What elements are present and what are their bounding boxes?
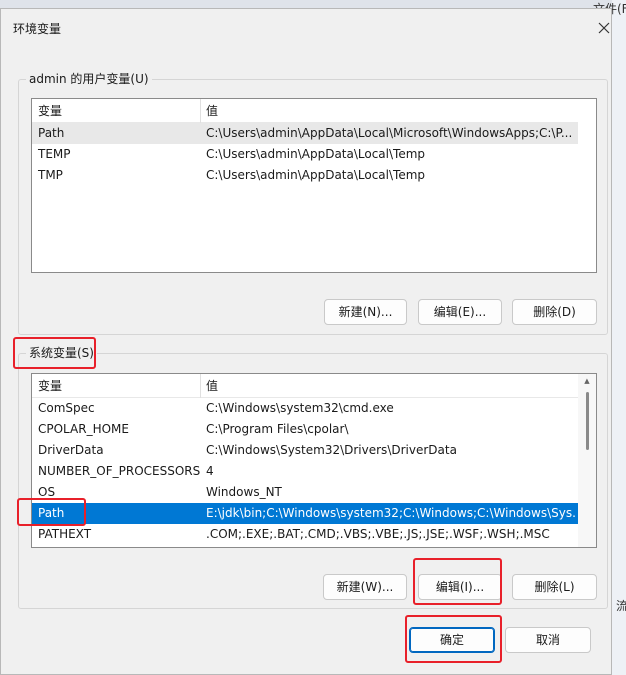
variable-value: 4	[206, 464, 214, 478]
system-edit-button[interactable]: 编辑(I)...	[418, 574, 502, 600]
variable-value: .COM;.EXE;.BAT;.CMD;.VBS;.VBE;.JS;.JSE;.…	[206, 527, 550, 541]
column-header-value[interactable]: 值	[200, 99, 578, 123]
system-var-row-driverdata[interactable]: DriverData C:\Windows\System32\Drivers\D…	[32, 440, 578, 461]
system-new-button[interactable]: 新建(W)...	[323, 574, 407, 600]
system-var-row-comspec[interactable]: ComSpec C:\Windows\system32\cmd.exe	[32, 398, 578, 419]
user-var-row-tmp[interactable]: TMP C:\Users\admin\AppData\Local\Temp	[32, 165, 578, 186]
variable-value: E:\jdk\bin;C:\Windows\system32;C:\Window…	[206, 506, 576, 520]
variable-name: NUMBER_OF_PROCESSORS	[38, 464, 201, 478]
column-header-variable[interactable]: 变量	[32, 99, 200, 123]
variable-value: C:\Users\admin\AppData\Local\Temp	[206, 147, 426, 161]
cancel-button[interactable]: 取消	[505, 627, 591, 653]
list-header: 变量 值	[32, 374, 578, 398]
variable-name: CPOLAR_HOME	[38, 422, 129, 436]
variable-value: C:\Users\admin\AppData\Local\Temp	[206, 168, 426, 182]
system-var-row-number-of-processors[interactable]: NUMBER_OF_PROCESSORS 4	[32, 461, 578, 482]
user-var-row-path[interactable]: Path C:\Users\admin\AppData\Local\Micros…	[32, 123, 578, 144]
user-delete-button[interactable]: 删除(D)	[512, 299, 597, 325]
column-header-value[interactable]: 值	[200, 374, 578, 398]
dialog-title: 环境变量	[13, 22, 62, 36]
user-variables-list[interactable]: 变量 值 Path C:\Users\admin\AppData\Local\M…	[31, 98, 597, 273]
system-var-row-pathext[interactable]: PATHEXT .COM;.EXE;.BAT;.CMD;.VBS;.VBE;.J…	[32, 524, 578, 545]
system-list-scrollbar[interactable]: ▲	[578, 374, 596, 547]
variable-name: PATHEXT	[38, 527, 92, 541]
variable-name: Path	[38, 126, 65, 140]
list-header: 变量 值	[32, 99, 578, 123]
variable-name: ComSpec	[38, 401, 95, 415]
close-icon[interactable]	[597, 21, 611, 35]
scrollbar-thumb[interactable]	[586, 392, 589, 450]
system-var-row-path-selected[interactable]: Path E:\jdk\bin;C:\Windows\system32;C:\W…	[32, 503, 578, 524]
variable-name: TEMP	[38, 147, 71, 161]
user-variables-group: admin 的用户变量(U) 变量 值 Path C:\Users\admin\…	[18, 71, 608, 335]
variable-name: OS	[38, 485, 56, 499]
variable-name: Path	[38, 506, 65, 520]
user-variables-label: admin 的用户变量(U)	[26, 71, 152, 87]
column-header-variable[interactable]: 变量	[32, 374, 200, 398]
system-delete-button[interactable]: 删除(L)	[512, 574, 597, 600]
variable-name: TMP	[38, 168, 63, 182]
system-var-row-cpolar-home[interactable]: CPOLAR_HOME C:\Program Files\cpolar\	[32, 419, 578, 440]
user-var-row-temp[interactable]: TEMP C:\Users\admin\AppData\Local\Temp	[32, 144, 578, 165]
variable-value: Windows_NT	[206, 485, 282, 499]
background-text-fragment: 流	[616, 599, 626, 613]
variable-name: DriverData	[38, 443, 104, 457]
system-variables-group: 系统变量(S) 变量 值 ComSpec C:\Windows\system32…	[18, 345, 608, 609]
system-variables-label: 系统变量(S)	[26, 345, 97, 361]
environment-variables-dialog: 环境变量 admin 的用户变量(U) 变量 值 Path C:\Users\a…	[0, 8, 612, 675]
variable-value: C:\Windows\system32\cmd.exe	[206, 401, 394, 415]
system-variables-list[interactable]: 变量 值 ComSpec C:\Windows\system32\cmd.exe…	[31, 373, 597, 548]
variable-value: C:\Users\admin\AppData\Local\Microsoft\W…	[206, 126, 573, 140]
variable-value: C:\Program Files\cpolar\	[206, 422, 349, 436]
user-new-button[interactable]: 新建(N)...	[324, 299, 407, 325]
ok-button[interactable]: 确定	[409, 627, 495, 653]
background-window-edge	[612, 0, 626, 675]
variable-value: C:\Windows\System32\Drivers\DriverData	[206, 443, 457, 457]
system-var-row-os[interactable]: OS Windows_NT	[32, 482, 578, 503]
user-edit-button[interactable]: 编辑(E)...	[418, 299, 502, 325]
scroll-up-arrow-icon[interactable]: ▲	[578, 374, 596, 388]
